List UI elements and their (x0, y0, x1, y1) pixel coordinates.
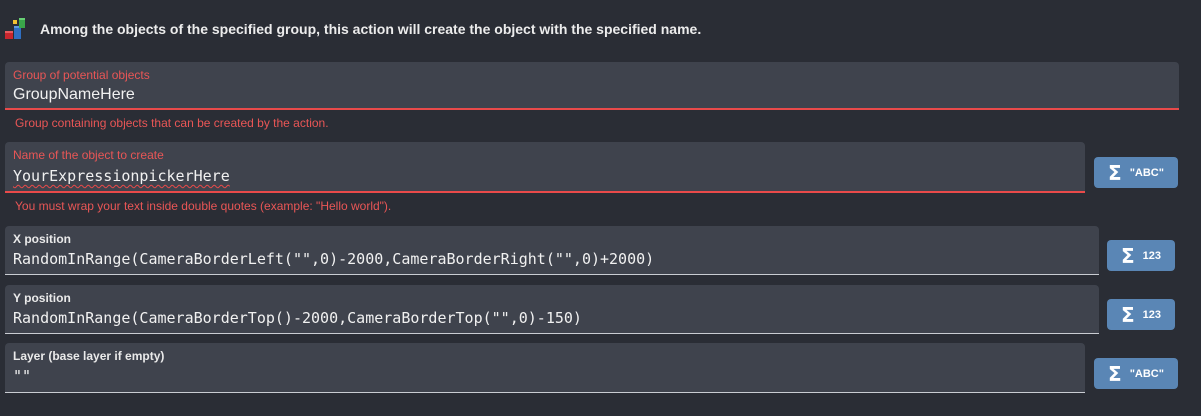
layer-picker-label: "ABC" (1129, 367, 1164, 380)
x-position-picker-label: 123 (1142, 249, 1162, 262)
object-name-picker-label: "ABC" (1129, 166, 1164, 179)
object-name-field-label: Name of the object to create (13, 148, 164, 162)
group-field-label: Group of potential objects (13, 68, 150, 82)
layer-expression-picker-button[interactable]: Σ "ABC" (1094, 358, 1178, 389)
layer-field-value[interactable]: "" (13, 367, 31, 385)
x-position-field-label: X position (13, 232, 71, 246)
object-name-field-value[interactable]: YourExpressionpickerHere (13, 167, 230, 185)
sigma-icon: Σ (1108, 361, 1122, 386)
layer-field-label: Layer (base layer if empty) (13, 349, 165, 363)
sigma-icon: Σ (1120, 243, 1135, 268)
object-name-field-helper: You must wrap your text inside double qu… (15, 199, 392, 213)
x-position-expression-picker-button[interactable]: Σ 123 (1107, 240, 1175, 271)
y-position-field[interactable]: Y position RandomInRange(CameraBorderTop… (5, 285, 1099, 334)
y-position-field-value[interactable]: RandomInRange(CameraBorderTop()-2000,Cam… (13, 309, 582, 327)
y-position-field-label: Y position (13, 291, 71, 305)
object-name-expression-picker-button[interactable]: Σ "ABC" (1094, 157, 1178, 188)
sigma-icon: Σ (1120, 302, 1135, 327)
y-position-expression-picker-button[interactable]: Σ 123 (1107, 299, 1175, 330)
group-field-helper: Group containing objects that can be cre… (15, 116, 329, 130)
object-name-field[interactable]: Name of the object to create YourExpress… (5, 142, 1085, 193)
create-object-icon (3, 17, 27, 43)
action-description-header: Among the objects of the specified group… (0, 16, 1201, 44)
layer-field[interactable]: Layer (base layer if empty) "" (5, 343, 1085, 393)
action-description: Among the objects of the specified group… (40, 21, 702, 37)
group-field-value[interactable]: GroupNameHere (13, 86, 135, 104)
y-position-picker-label: 123 (1142, 308, 1162, 321)
sigma-icon: Σ (1108, 160, 1122, 185)
x-position-field[interactable]: X position RandomInRange(CameraBorderLef… (5, 226, 1099, 275)
x-position-field-value[interactable]: RandomInRange(CameraBorderLeft("",0)-200… (13, 250, 654, 268)
group-field[interactable]: Group of potential objects GroupNameHere (5, 62, 1179, 110)
